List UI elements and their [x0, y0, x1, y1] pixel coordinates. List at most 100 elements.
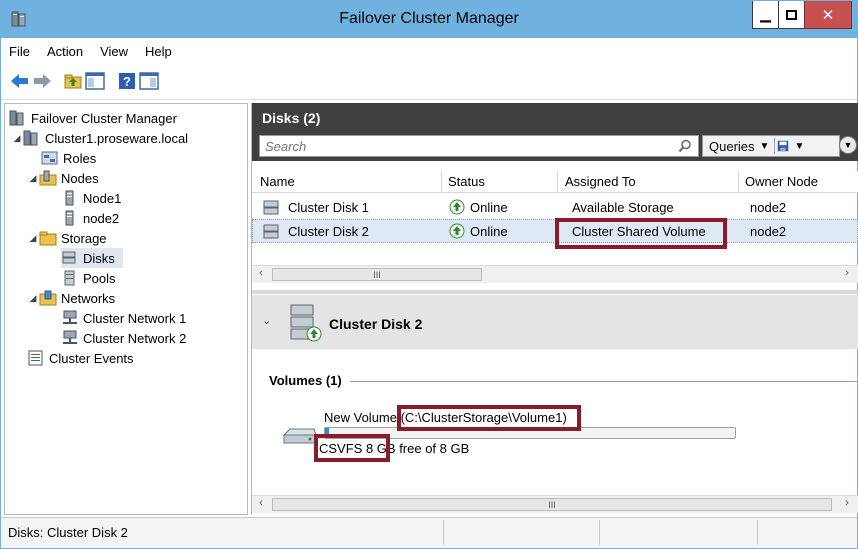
- status-divider: [599, 520, 600, 545]
- window: Failover Cluster Manager ▁ ✕ File Action…: [0, 0, 858, 549]
- status-bar: Disks: Cluster Disk 2: [1, 517, 857, 548]
- column-divider[interactable]: [738, 171, 739, 193]
- column-divider[interactable]: [441, 171, 442, 193]
- disk-icon: [263, 200, 279, 215]
- volume-drive-icon: [282, 428, 317, 444]
- maximize-button[interactable]: [778, 1, 805, 29]
- column-divider[interactable]: [557, 171, 558, 193]
- title-bar: Failover Cluster Manager ▁ ✕: [1, 1, 857, 38]
- menu-help[interactable]: Help: [145, 44, 172, 59]
- close-button[interactable]: ✕: [804, 1, 852, 29]
- expand-arrow-icon[interactable]: ◢: [27, 173, 39, 184]
- pane-header: Disks (2): [252, 103, 858, 131]
- detail-title: Cluster Disk 2: [329, 316, 423, 332]
- grid-horizontal-scrollbar[interactable]: ‹ III ›: [252, 265, 858, 283]
- row-status-cell: Online: [449, 195, 508, 219]
- tree-item-node2[interactable]: node2: [61, 208, 119, 228]
- scroll-right-icon[interactable]: ›: [840, 267, 854, 282]
- expand-arrow-icon[interactable]: ◢: [11, 133, 23, 144]
- disks-icon: [62, 251, 76, 264]
- search-box[interactable]: [259, 135, 699, 157]
- tree-item-cluster-network-1[interactable]: Cluster Network 1: [61, 308, 186, 328]
- scroll-thumb[interactable]: III: [272, 498, 832, 511]
- scroll-left-icon[interactable]: ‹: [254, 497, 268, 512]
- owner-node-cell: node2: [750, 223, 787, 239]
- tree-item-node1[interactable]: Node1: [61, 188, 121, 208]
- minimize-button[interactable]: ▁: [752, 1, 779, 29]
- chevron-down-icon[interactable]: ⌄: [262, 314, 271, 327]
- tree-label: Nodes: [61, 170, 99, 186]
- status-text: Online: [470, 223, 508, 239]
- tree-item-nodes[interactable]: ◢ Nodes: [27, 168, 99, 188]
- tree-label: Cluster Network 1: [83, 310, 187, 326]
- back-arrow-icon[interactable]: [10, 72, 30, 90]
- highlight-box: [555, 218, 727, 249]
- table-row[interactable]: Cluster Disk 1 Online Available Storage …: [252, 195, 858, 219]
- search-icon[interactable]: [678, 139, 692, 153]
- forward-arrow-icon[interactable]: [32, 72, 52, 90]
- navigation-tree: Failover Cluster Manager ◢ Cluster1.pros…: [4, 103, 248, 515]
- tree-item-networks[interactable]: ◢ Networks: [27, 288, 115, 308]
- row-name-cell: Cluster Disk 2: [262, 220, 369, 242]
- tree-label: Cluster Network 2: [83, 330, 187, 346]
- tree-label: Failover Cluster Manager: [31, 110, 177, 126]
- network-icon: [63, 330, 77, 344]
- up-folder-icon[interactable]: [63, 72, 83, 90]
- tree-label: Cluster1.proseware.local: [45, 130, 189, 146]
- tree-item-roles[interactable]: Roles: [41, 148, 96, 168]
- cluster-events-icon: [28, 350, 43, 366]
- column-header-owner-node[interactable]: Owner Node: [745, 171, 818, 192]
- volumes-divider: [350, 381, 858, 382]
- networks-icon: [39, 290, 57, 306]
- disks-pane: Disks (2) Queries ▼ ▼ ▼ Name Status Assi: [251, 103, 858, 515]
- scroll-left-icon[interactable]: ‹: [254, 267, 268, 282]
- scroll-thumb[interactable]: III: [272, 268, 482, 281]
- column-header-assigned-to[interactable]: Assigned To: [565, 171, 636, 192]
- save-icon[interactable]: [774, 138, 790, 154]
- expand-arrow-icon[interactable]: ◢: [27, 233, 39, 244]
- show-action-pane-icon[interactable]: [139, 72, 159, 90]
- search-input[interactable]: [260, 136, 660, 156]
- menu-action[interactable]: Action: [47, 44, 83, 59]
- menu-bar: File Action View Help: [1, 38, 857, 64]
- status-text: Disks: Cluster Disk 2: [8, 525, 128, 540]
- column-header-name[interactable]: Name: [260, 171, 295, 192]
- assigned-to-cell: Available Storage: [572, 199, 674, 215]
- menu-file[interactable]: File: [9, 44, 30, 59]
- tree-item-storage[interactable]: ◢ Storage: [27, 228, 107, 248]
- help-icon[interactable]: ?: [117, 72, 137, 90]
- chevron-down-icon: ▼: [843, 140, 853, 150]
- network-icon: [63, 310, 77, 324]
- collapse-pane-button[interactable]: ▼: [839, 136, 857, 154]
- tree-item-disks[interactable]: Disks: [61, 248, 123, 268]
- queries-button[interactable]: Queries ▼ ▼: [702, 135, 840, 157]
- tree-item-cluster[interactable]: ◢ Cluster1.proseware.local: [11, 128, 188, 148]
- menu-view[interactable]: View: [100, 44, 128, 59]
- disk-name: Cluster Disk 1: [288, 199, 369, 215]
- status-divider: [443, 520, 444, 545]
- grid-header: Name Status Assigned To Owner Node: [252, 171, 858, 193]
- search-row: Queries ▼ ▼ ▼: [252, 131, 858, 161]
- storage-folder-icon: [39, 231, 57, 246]
- pane-splitter[interactable]: [252, 290, 858, 294]
- online-status-icon: [449, 199, 465, 215]
- minimize-icon: ▁: [760, 6, 771, 22]
- row-name-cell: Cluster Disk 1: [262, 195, 369, 219]
- tree-item-cluster-events[interactable]: Cluster Events: [27, 348, 134, 368]
- expand-arrow-icon[interactable]: ◢: [27, 293, 39, 304]
- tree-item-cluster-network-2[interactable]: Cluster Network 2: [61, 328, 186, 348]
- column-header-status[interactable]: Status: [448, 171, 485, 192]
- chevron-down-icon: ▼: [759, 140, 770, 152]
- disk-name: Cluster Disk 2: [288, 223, 369, 239]
- detail-header: ⌄ Cluster Disk 2: [252, 295, 858, 349]
- nodes-icon: [39, 170, 57, 186]
- tree-item-failover-cluster-manager[interactable]: Failover Cluster Manager: [9, 108, 177, 128]
- server-icon: [65, 190, 74, 206]
- tree-item-pools[interactable]: Pools: [61, 268, 116, 288]
- detail-horizontal-scrollbar[interactable]: ‹ III ›: [252, 495, 858, 513]
- scroll-right-icon[interactable]: ›: [840, 497, 854, 512]
- chevron-down-icon[interactable]: ▼: [794, 141, 804, 152]
- show-hide-console-tree-icon[interactable]: [85, 72, 105, 90]
- cluster-icon: [23, 130, 38, 146]
- window-title: Failover Cluster Manager: [339, 10, 519, 27]
